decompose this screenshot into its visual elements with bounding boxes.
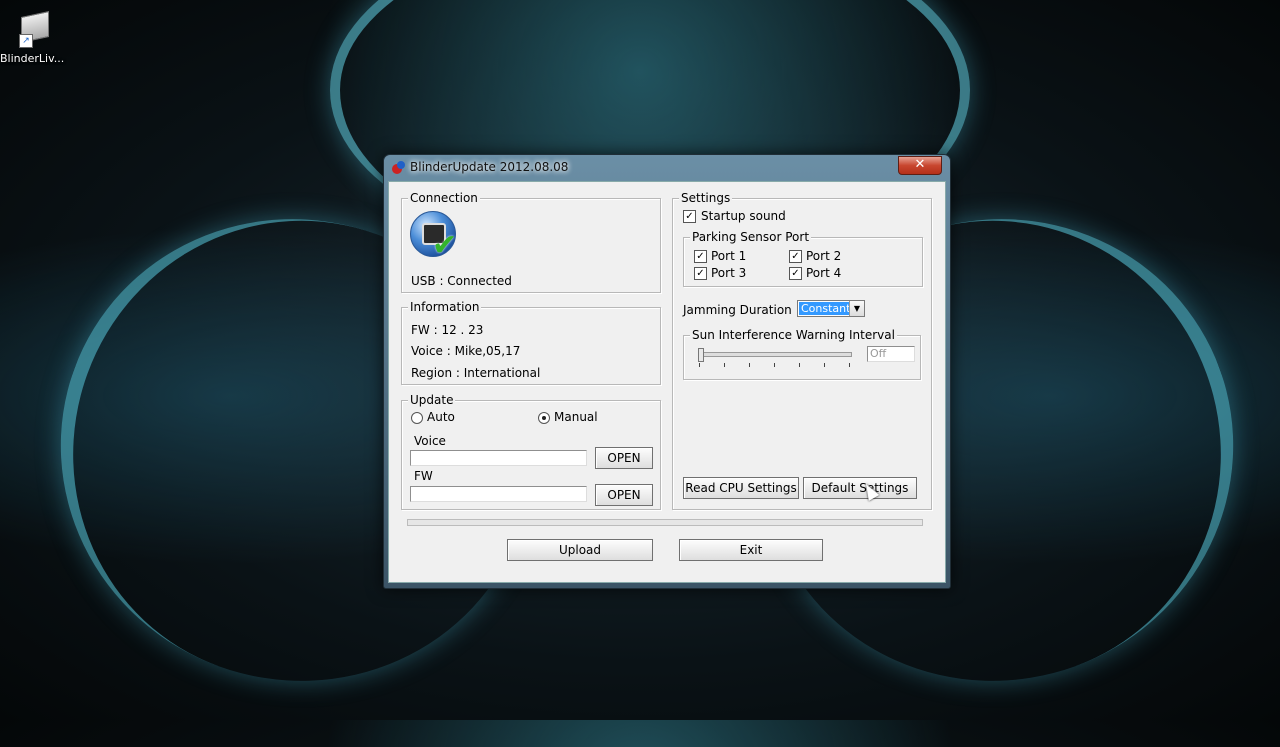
window-client-area: Connection ✔ USB : Connected Information… (388, 181, 946, 583)
app-window: BlinderUpdate 2012.08.08 ✕ Connection ✔ … (383, 154, 951, 589)
slider-tick (849, 363, 850, 367)
slider-tick (799, 363, 800, 367)
fw-file-field[interactable] (410, 486, 587, 502)
port2-label: Port 2 (806, 249, 842, 263)
slider-tick (824, 363, 825, 367)
chevron-down-icon[interactable]: ▼ (849, 301, 864, 316)
open-fw-button[interactable]: OPEN (595, 484, 653, 506)
read-cpu-settings-button[interactable]: Read CPU Settings (683, 477, 799, 499)
slider-tick (699, 363, 700, 367)
port3-label: Port 3 (711, 266, 747, 280)
port4-label: Port 4 (806, 266, 842, 280)
app-icon (392, 161, 406, 175)
manual-label: Manual (554, 410, 598, 424)
region-info: Region : International (411, 366, 541, 380)
sun-interval-slider-track[interactable] (698, 352, 852, 357)
window-title: BlinderUpdate 2012.08.08 (410, 160, 569, 174)
jamming-duration-select[interactable]: Constant ▼ (797, 300, 865, 317)
manual-radio[interactable] (538, 412, 550, 424)
voice-file-label: Voice (414, 434, 446, 448)
desktop-shortcut[interactable]: ↗ BlinderLiv... (0, 11, 65, 65)
default-settings-button[interactable]: Default Settings (803, 477, 917, 499)
usb-connected-icon: ✔ (410, 211, 462, 263)
information-legend: Information (408, 300, 482, 314)
update-legend: Update (408, 393, 456, 407)
startup-sound-label: Startup sound (701, 209, 786, 223)
voice-file-field[interactable] (410, 450, 587, 466)
fw-version: FW : 12 . 23 (411, 323, 484, 337)
shortcut-icon: ↗ (15, 11, 49, 48)
settings-group: Settings ✓ Startup sound Parking Sensor … (672, 191, 932, 510)
sun-interference-legend: Sun Interference Warning Interval (690, 328, 897, 342)
information-group: Information FW : 12 . 23 Voice : Mike,05… (401, 300, 661, 385)
slider-tick (774, 363, 775, 367)
upload-progress-bar (407, 519, 923, 526)
connection-status: USB : Connected (411, 274, 512, 288)
slider-tick (749, 363, 750, 367)
port4-checkbox[interactable]: ✓ (789, 267, 802, 280)
close-button[interactable]: ✕ (898, 156, 942, 175)
auto-radio[interactable] (411, 412, 423, 424)
connection-group: Connection ✔ USB : Connected (401, 191, 661, 293)
exit-button[interactable]: Exit (679, 539, 823, 561)
startup-sound-checkbox[interactable]: ✓ (683, 210, 696, 223)
sun-interval-value: Off (867, 346, 915, 362)
sun-interference-group: Sun Interference Warning Interval Off (683, 328, 921, 380)
jamming-duration-label: Jamming Duration (683, 303, 792, 317)
slider-tick (724, 363, 725, 367)
shortcut-label: BlinderLiv... (0, 52, 65, 65)
open-voice-button[interactable]: OPEN (595, 447, 653, 469)
voice-version: Voice : Mike,05,17 (411, 344, 521, 358)
parking-sensor-legend: Parking Sensor Port (690, 230, 812, 244)
sun-interval-slider-thumb[interactable] (698, 348, 704, 362)
parking-sensor-group: Parking Sensor Port ✓ Port 1 ✓ Port 2 ✓ … (683, 230, 923, 287)
update-group: Update Auto Manual Voice OPEN FW OPEN (401, 393, 661, 510)
port1-checkbox[interactable]: ✓ (694, 250, 707, 263)
fw-file-label: FW (414, 469, 433, 483)
port3-checkbox[interactable]: ✓ (694, 267, 707, 280)
connection-legend: Connection (408, 191, 480, 205)
auto-label: Auto (427, 410, 455, 424)
title-bar[interactable]: BlinderUpdate 2012.08.08 ✕ (384, 155, 950, 181)
settings-legend: Settings (679, 191, 733, 205)
port2-checkbox[interactable]: ✓ (789, 250, 802, 263)
upload-button[interactable]: Upload (507, 539, 653, 561)
port1-label: Port 1 (711, 249, 747, 263)
jamming-duration-value: Constant (799, 302, 853, 315)
